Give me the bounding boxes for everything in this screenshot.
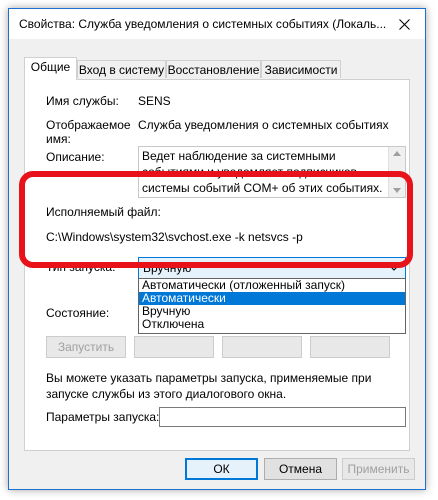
status-label: Состояние:: [46, 306, 110, 320]
tab-dependencies[interactable]: Зависимости: [261, 60, 341, 78]
service-name-value: SENS: [138, 94, 171, 108]
exe-label: Исполняемый файл:: [46, 205, 161, 219]
exe-path-value[interactable]: C:\Windows\system32\svchost.exe -k netsv…: [46, 230, 303, 244]
tab-logon[interactable]: Вход в систему: [77, 60, 166, 78]
pause-service-button[interactable]: [222, 336, 302, 358]
startup-type-label: Тип запуска:: [46, 260, 116, 274]
cancel-button[interactable]: Отмена: [264, 458, 337, 480]
close-icon: [398, 18, 410, 30]
startup-type-dropdown: Автоматически (отложенный запуск) Автома…: [138, 278, 406, 334]
window-title: Свойства: Служба уведомления о системных…: [19, 17, 387, 31]
description-text: Ведет наблюдение за системными событиями…: [142, 149, 383, 195]
description-scrollbar[interactable]: [388, 147, 405, 197]
start-params-label: Параметры запуска:: [46, 410, 160, 424]
ok-button[interactable]: ОК: [185, 458, 258, 480]
option-disabled[interactable]: Отключена: [139, 318, 405, 331]
general-tab-panel: Имя службы: SENS Отображаемое имя: Служб…: [24, 79, 410, 451]
stop-service-button[interactable]: [134, 336, 214, 358]
apply-button[interactable]: Применить: [342, 458, 415, 480]
close-button[interactable]: [383, 9, 425, 39]
scroll-down-icon[interactable]: [393, 188, 401, 193]
start-service-button[interactable]: Запустить: [46, 336, 126, 358]
tab-recovery[interactable]: Восстановление: [166, 60, 261, 78]
tab-general[interactable]: Общие: [24, 57, 77, 80]
startup-type-value: Вручную: [143, 261, 192, 275]
start-params-input[interactable]: [159, 407, 406, 427]
start-params-hint: Вы можете указать параметры запуска, при…: [46, 371, 372, 401]
display-name-label-line2: имя:: [46, 132, 71, 146]
service-name-label: Имя службы:: [46, 94, 119, 108]
resume-service-button[interactable]: [310, 336, 390, 358]
display-name-label-line1: Отображаемое: [46, 118, 131, 132]
service-properties-window: Свойства: Служба уведомления о системных…: [8, 8, 426, 490]
startup-type-select[interactable]: Вручную: [138, 257, 406, 279]
chevron-down-icon: [389, 265, 399, 271]
description-box[interactable]: Ведет наблюдение за системными событиями…: [138, 146, 406, 198]
display-name-value[interactable]: Служба уведомления о системных событиях: [138, 118, 389, 132]
title-bar: Свойства: Служба уведомления о системных…: [9, 9, 425, 39]
scroll-up-icon[interactable]: [393, 151, 401, 156]
description-label: Описание:: [46, 150, 105, 164]
